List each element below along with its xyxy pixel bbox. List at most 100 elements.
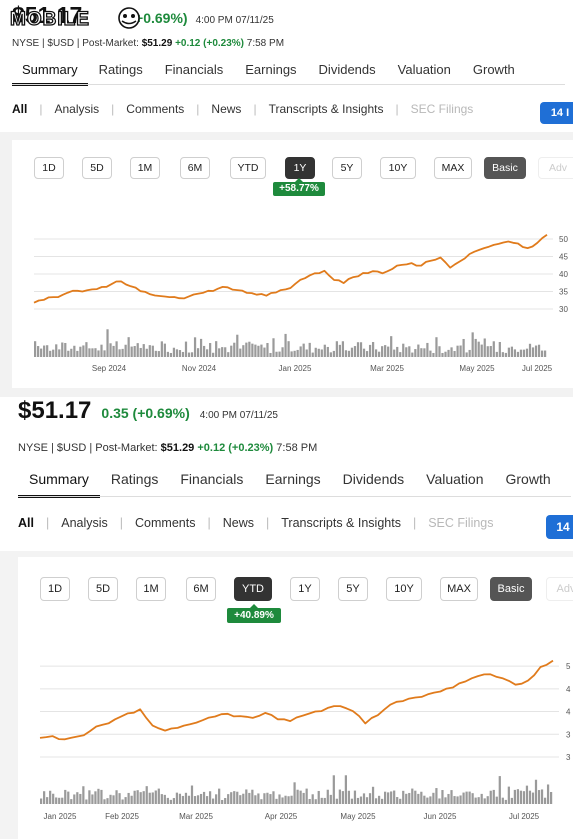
volume-bar [236,791,239,804]
tab-growth[interactable]: Growth [462,62,526,86]
volume-bar [528,790,532,804]
volume-bar [142,791,145,804]
price-chart[interactable]: 5 4 4 3 3 Jan 2025 Feb 2025 Mar 2025 Apr 2025 May… [18,557,573,839]
filter-comments[interactable]: Comments [135,516,195,530]
tab-dividends[interactable]: Dividends [332,471,415,498]
filter-sec-filings[interactable]: SEC Filings [411,102,474,116]
volume-bar [335,798,338,804]
volume-bar [148,792,151,804]
filter-comments[interactable]: Comments [126,102,184,116]
filter-news[interactable]: News [211,102,241,116]
volume-bar [453,351,456,357]
volume-bar [329,794,332,804]
volume-bar [296,349,299,357]
filter-analysis[interactable]: Analysis [54,102,99,116]
filter-all[interactable]: All [12,102,27,116]
tab-summary[interactable]: Summary [18,471,100,498]
notifications-button[interactable]: 14 I [540,102,573,124]
volume-bar [224,798,227,804]
tab-earnings[interactable]: Earnings [254,471,331,498]
volume-bar [166,797,169,804]
volume-bar [67,791,70,804]
tab-financials[interactable]: Financials [169,471,254,498]
volume-bar [278,351,281,357]
volume-bar [459,345,462,357]
x-tick-label: Jul 2025 [522,364,553,373]
volume-bar [432,352,435,357]
volume-bar [172,347,176,357]
volume-bar [269,352,272,357]
tab-valuation[interactable]: Valuation [415,471,494,498]
volume-bar [160,794,163,804]
volume-bar [100,789,103,804]
volume-bar [206,349,209,357]
volume-bar [326,346,329,357]
volume-bar [438,798,441,804]
volume-bar [468,349,471,357]
volume-bar [218,788,221,804]
tab-valuation[interactable]: Valuation [387,62,462,86]
volume-bar [287,796,290,804]
filter-sec-filings[interactable]: SEC Filings [428,516,493,530]
volume-bar [245,789,248,804]
volume-bar [495,796,498,804]
volume-bar [459,795,462,804]
volume-bar [248,792,251,804]
volume-bar [178,793,182,804]
volume-bar [420,348,423,357]
volume-bar [245,342,248,357]
volume-bar [130,795,133,804]
tab-financials[interactable]: Financials [154,62,235,86]
volume-bar [296,789,299,804]
tab-dividends[interactable]: Dividends [308,62,387,86]
notifications-button[interactable]: 14 [546,515,573,539]
volume-bar [408,346,411,357]
volume-bar [269,794,272,804]
tab-ratings[interactable]: Ratings [100,471,169,498]
volume-bar [145,348,148,357]
filter-analysis[interactable]: Analysis [61,516,108,530]
volume-bar [471,793,474,804]
filter-transcripts[interactable]: Transcripts & Insights [281,516,401,530]
tab-summary[interactable]: Summary [12,62,88,86]
volume-bar [356,797,360,804]
tab-growth[interactable]: Growth [495,471,562,498]
volume-bar [378,351,381,357]
volume-bar [377,795,381,804]
volume-bar [263,347,266,357]
volume-bar [311,794,314,804]
volume-bar [353,790,357,804]
volume-bar [522,349,526,357]
filter-all[interactable]: All [18,516,34,530]
post-market-price: $51.29 [141,38,173,49]
filter-transcripts[interactable]: Transcripts & Insights [269,102,384,116]
volume-bar [326,789,329,804]
volume-bar [492,789,495,804]
volume-bar [254,344,257,357]
volume-bar [350,347,354,357]
volume-bar [299,790,302,804]
volume-bar [293,782,296,804]
volume-bar [58,797,61,804]
volume-bar [166,351,169,357]
volume-bar [387,346,390,357]
volume-bar [426,342,429,357]
volume-bar [329,352,332,357]
volume-bar [193,796,197,804]
price-chart[interactable]: 50 45 40 35 30 Sep 2024 Nov 2024 Jan 2025 Mar 20… [12,140,573,388]
tab-ratings[interactable]: Ratings [88,62,154,86]
volume-bar [513,789,516,804]
x-tick-label: Jun 2025 [424,812,457,821]
volume-bar [486,346,489,357]
volume-bar [278,794,281,804]
filter-news[interactable]: News [223,516,254,530]
filter-separator: | [119,516,124,530]
volume-bar [52,349,55,357]
tab-earnings[interactable]: Earnings [234,62,307,86]
volume-bar [263,793,266,804]
volume-bar [353,346,357,357]
volume-bar [417,793,420,804]
volume-bar [384,345,387,357]
volume-bar [293,350,296,357]
volume-bar [275,798,278,804]
